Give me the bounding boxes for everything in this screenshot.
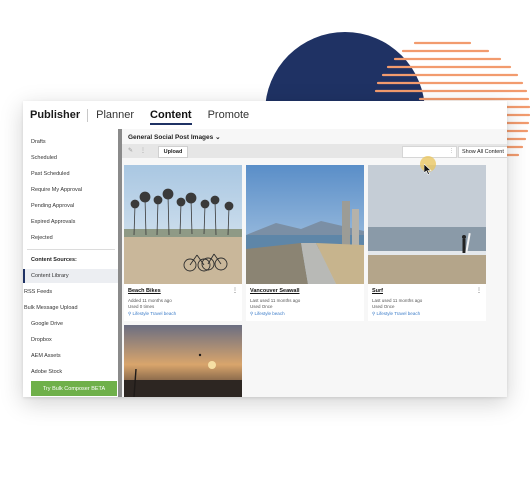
cursor-icon <box>424 164 432 175</box>
brand-divider <box>87 108 89 122</box>
card-added: Added 11 months ago <box>128 298 172 303</box>
card-used: Used Once <box>250 304 273 309</box>
section-title[interactable]: General Social Post Images ⌄ <box>128 133 221 141</box>
card-title[interactable]: Surf <box>372 288 383 294</box>
content-card[interactable] <box>124 325 242 397</box>
edit-icon[interactable]: ✎ <box>128 147 133 154</box>
content-toolbar: ✎ ⋮ Upload ⋮ Show All Content <box>122 144 507 158</box>
card-tags-text[interactable]: Lifestyle Travel beach <box>133 311 177 316</box>
surf-image <box>368 165 486 284</box>
card-tags-text[interactable]: Lifestyle Travel beach <box>377 311 421 316</box>
seawall-image <box>246 165 364 284</box>
beach-bikes-image <box>124 165 242 284</box>
card-title[interactable]: Vancouver Seawall <box>250 288 300 294</box>
tab-content[interactable]: Content <box>150 109 192 125</box>
top-nav: Publisher Planner Content Promote <box>23 101 507 130</box>
search-options-icon[interactable]: ⋮ <box>449 148 454 154</box>
more-vertical-icon[interactable]: ⋮ <box>476 287 482 294</box>
content-sources-heading: Content Sources: <box>31 257 77 263</box>
sidebar-item-past-scheduled[interactable]: Past Scheduled <box>31 171 70 177</box>
tab-promote[interactable]: Promote <box>208 109 250 121</box>
card-last-used: Last used 11 months ago <box>372 298 423 303</box>
sidebar-item-aem-assets[interactable]: AEM Assets <box>31 353 61 359</box>
bulk-composer-button[interactable]: Try Bulk Composer BETA <box>31 381 117 396</box>
show-all-content-select[interactable]: Show All Content <box>458 146 507 158</box>
content-card[interactable]: Surf ⋮ Last used 11 months ago Used Once… <box>368 165 486 321</box>
card-used: Used 0 times <box>128 304 155 309</box>
content-card[interactable]: Beach Bikes ⋮ Added 11 months ago Used 0… <box>124 165 242 321</box>
more-vertical-icon[interactable]: ⋮ <box>140 147 146 154</box>
sunset-image <box>124 325 242 397</box>
sidebar-item-drafts[interactable]: Drafts <box>31 139 46 145</box>
card-title[interactable]: Beach Bikes <box>128 288 161 294</box>
sidebar-divider <box>27 249 115 250</box>
sidebar-item-scheduled[interactable]: Scheduled <box>31 155 57 161</box>
sidebar-item-content-library[interactable]: Content Library <box>31 273 69 279</box>
content-card[interactable]: Vancouver Seawall Last used 11 months ag… <box>246 165 364 321</box>
sidebar-item-rss-feeds[interactable]: RSS Feeds <box>24 289 52 295</box>
upload-button[interactable]: Upload <box>158 146 188 158</box>
sidebar: Drafts Scheduled Past Scheduled Require … <box>23 129 119 397</box>
brand-title: Publisher <box>30 109 81 121</box>
card-last-used: Last used 11 months ago <box>250 298 301 303</box>
card-tags[interactable]: ⚲ Lifestyle beach <box>250 311 285 317</box>
tab-planner[interactable]: Planner <box>96 109 134 121</box>
card-tags[interactable]: ⚲ Lifestyle Travel beach <box>128 311 176 317</box>
sidebar-item-expired-approvals[interactable]: Expired Approvals <box>31 219 75 225</box>
card-tags-text[interactable]: Lifestyle beach <box>255 311 285 316</box>
sidebar-item-require-approval[interactable]: Require My Approval <box>31 187 82 193</box>
publisher-window: Publisher Planner Content Promote Drafts… <box>23 101 507 397</box>
more-vertical-icon[interactable]: ⋮ <box>232 287 238 294</box>
sidebar-item-rejected[interactable]: Rejected <box>31 235 53 241</box>
card-tags[interactable]: ⚲ Lifestyle Travel beach <box>372 311 420 317</box>
sidebar-item-google-drive[interactable]: Google Drive <box>31 321 63 327</box>
sidebar-item-adobe-stock[interactable]: Adobe Stock <box>31 369 62 375</box>
sidebar-item-dropbox[interactable]: Dropbox <box>31 337 52 343</box>
card-used: Used Once <box>372 304 395 309</box>
content-panel: General Social Post Images ⌄ ✎ ⋮ Upload … <box>122 129 507 397</box>
sidebar-item-pending-approval[interactable]: Pending Approval <box>31 203 74 209</box>
sidebar-item-bulk-upload[interactable]: Bulk Message Upload <box>24 305 78 311</box>
